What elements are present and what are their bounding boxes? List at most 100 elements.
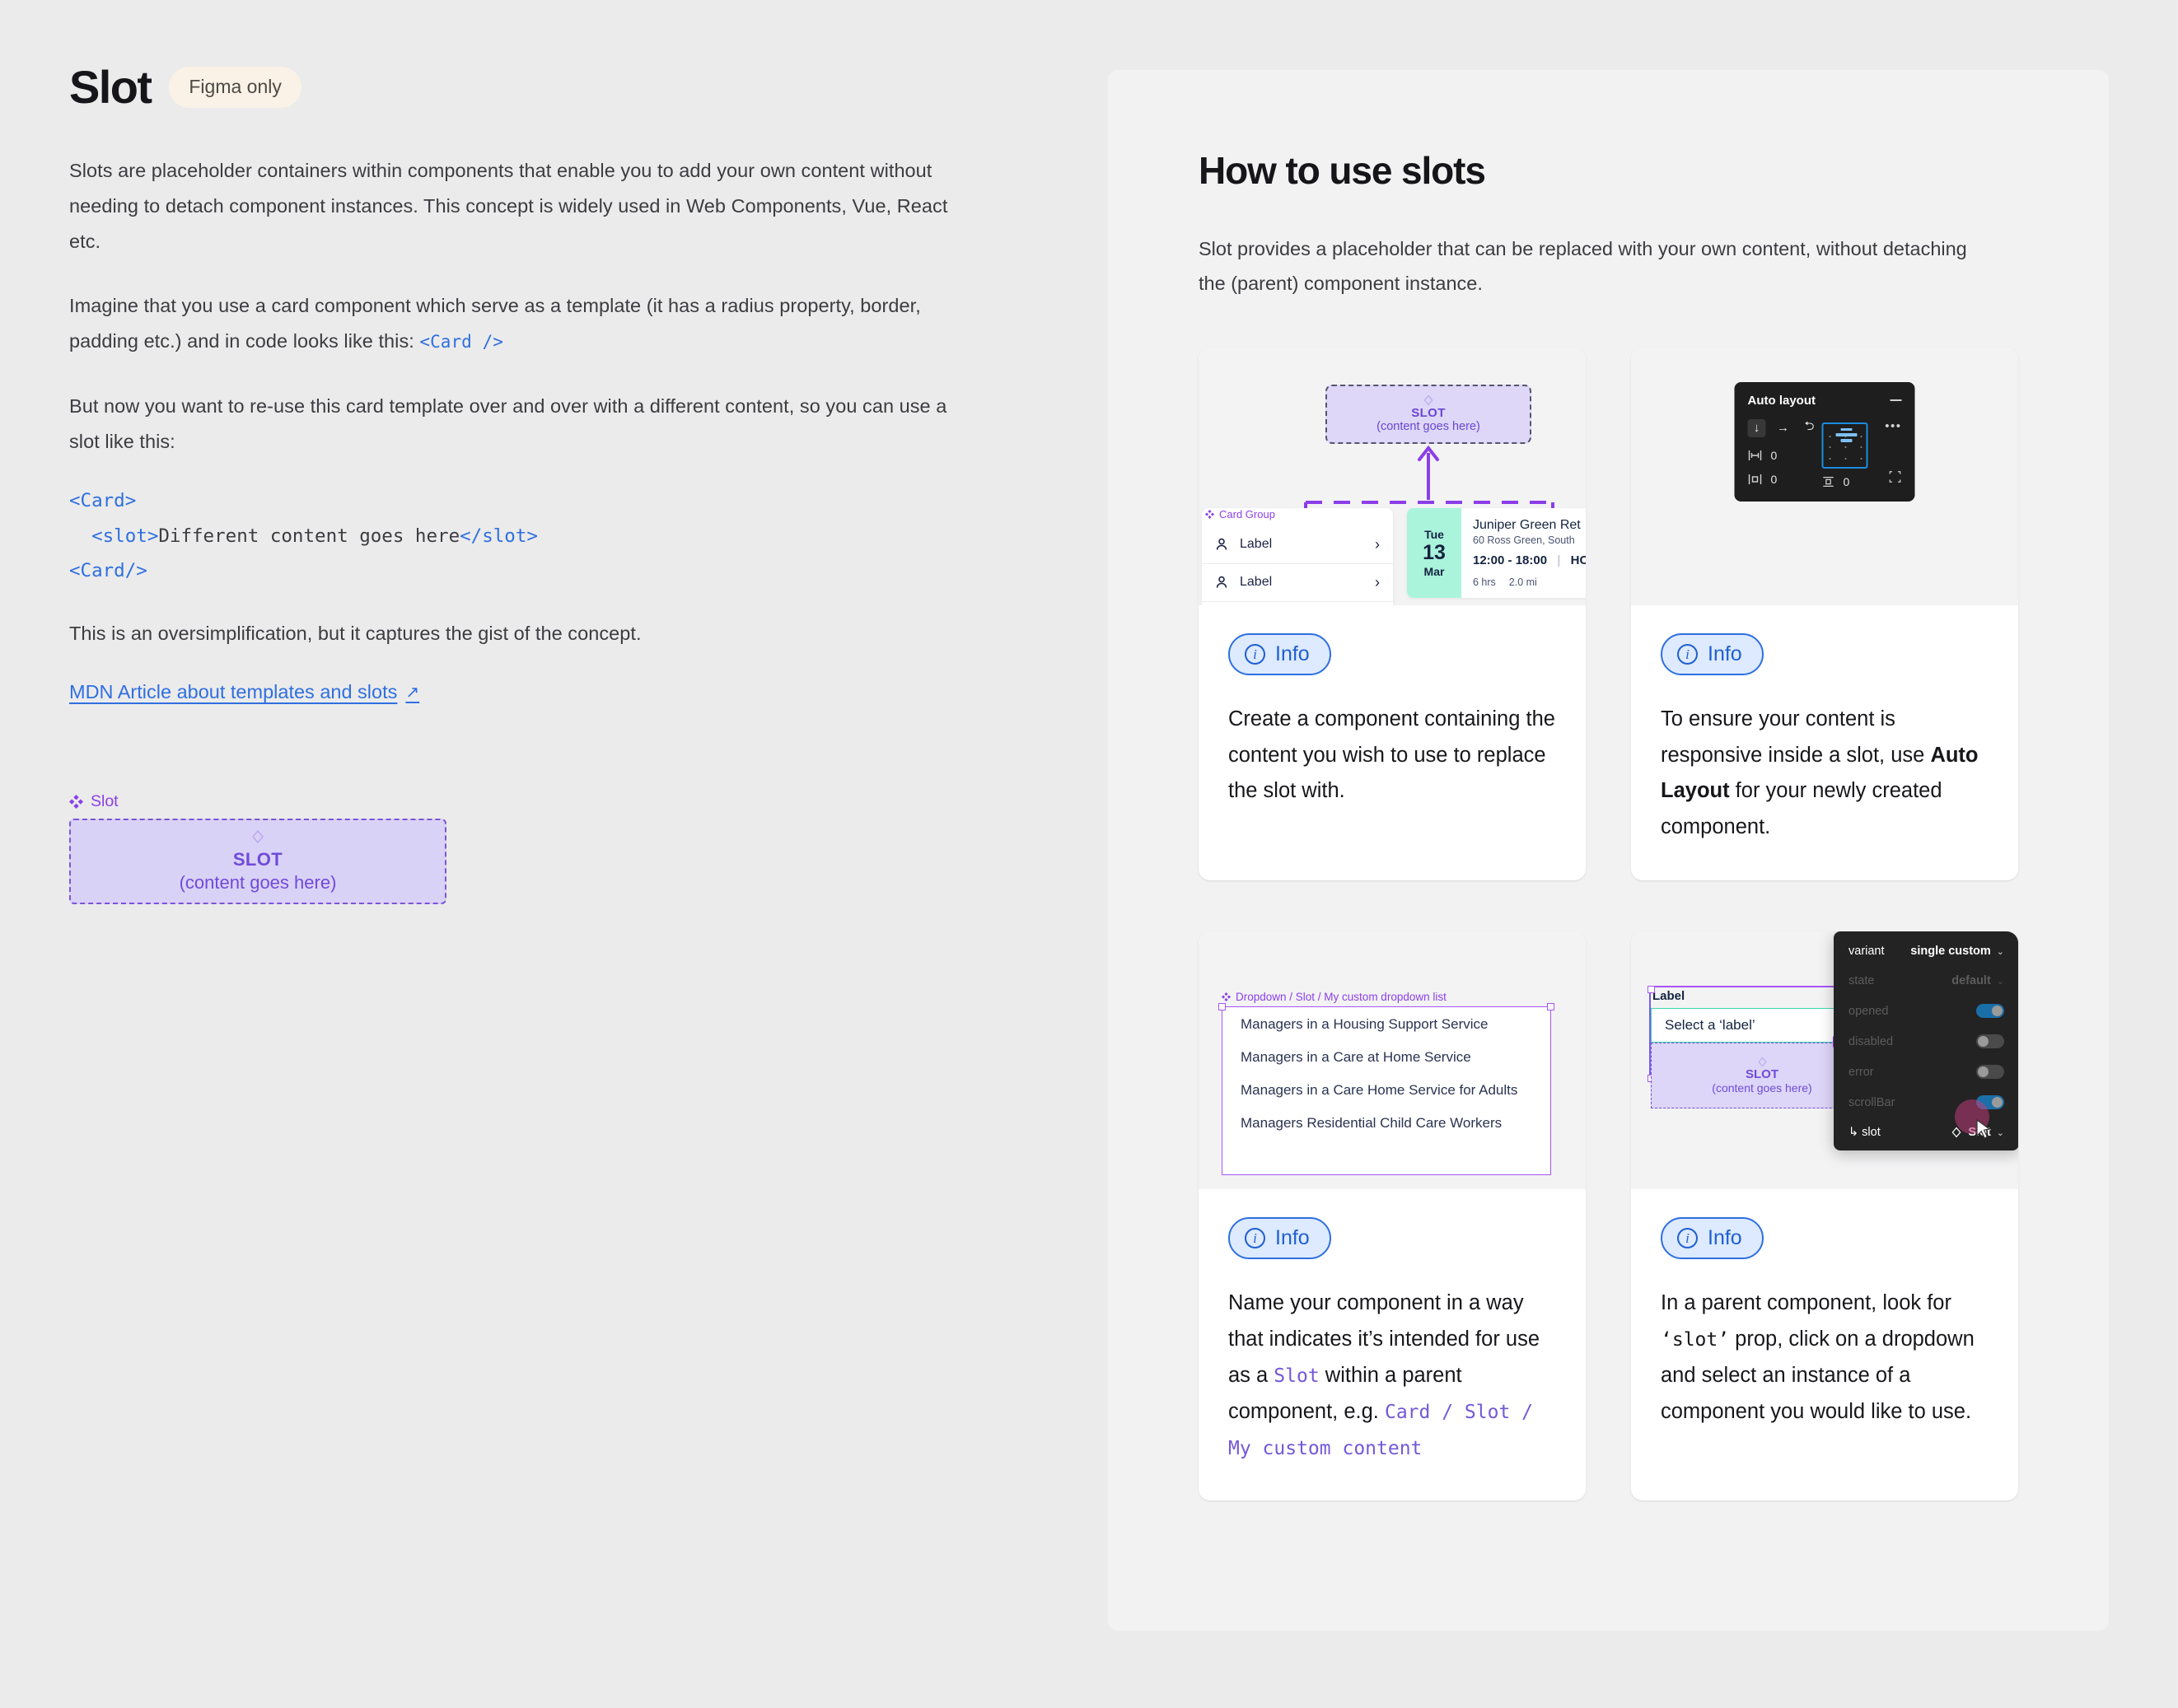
alignment-grid[interactable] — [1821, 422, 1868, 469]
property-row-state[interactable]: state default ⌄ — [1848, 974, 2004, 987]
how-to-card: SLOT (content goes here) Card Group Labe… — [1199, 347, 1586, 881]
auto-layout-title: Auto layout — [1747, 393, 1816, 408]
property-row-slot[interactable]: ↳ slot Slot ⌄ — [1848, 1099, 2004, 1139]
direction-horizontal-icon[interactable]: → — [1774, 419, 1792, 437]
dropdown-layer-label-row: Dropdown / Slot / My custom dropdown lis… — [1222, 991, 1551, 1003]
slot-box-title: SLOT — [232, 849, 283, 870]
shift-location-name: Juniper Green Ret — [1473, 517, 1581, 532]
vertical-padding-value: 0 — [1843, 474, 1850, 488]
page-root: Slot Figma only Slots are placeholder co… — [0, 0, 2178, 1708]
property-row-opened[interactable]: opened — [1848, 1004, 2004, 1019]
card-media-auto-layout: Auto layout ↓ → ⮌ 0 0 0 ••• — [1631, 347, 2018, 605]
slot-placeholder-box[interactable]: SLOT (content goes here) — [69, 819, 446, 905]
card-media-dropdown-list: Dropdown / Slot / My custom dropdown lis… — [1199, 931, 1586, 1190]
info-icon: i — [1245, 643, 1265, 665]
gap-icon — [1748, 450, 1762, 460]
chevron-down-icon: ⌄ — [1996, 946, 2004, 957]
minus-icon[interactable] — [1890, 399, 1902, 402]
info-icon: i — [1245, 1228, 1265, 1249]
shift-role: HC — [1570, 553, 1586, 567]
page-title: Slot — [69, 61, 152, 113]
find-shifts-card: Card - Find Shifts Tue 13 Mar Juniper Gr… — [1407, 507, 1586, 598]
panel-subtitle: Slot provides a placeholder that can be … — [1199, 238, 1967, 294]
mdn-article-link[interactable]: MDN Article about templates and slots ↗ — [69, 681, 419, 703]
left-column: Slot Figma only Slots are placeholder co… — [0, 0, 1108, 1708]
selection-handle-top-left[interactable] — [1648, 986, 1655, 994]
gap-field[interactable]: 0 — [1748, 449, 1819, 462]
resize-icon[interactable] — [1889, 470, 1902, 483]
auto-layout-left-controls: ↓ → ⮌ 0 0 — [1747, 418, 1819, 486]
dropdown-layer-wrap: Dropdown / Slot / My custom dropdown lis… — [1218, 991, 1554, 1176]
slot-box-title: SLOT — [1746, 1067, 1778, 1082]
component-diamond-icon — [1205, 509, 1214, 519]
toggle-switch-disabled[interactable] — [1976, 1034, 2004, 1049]
info-icon: i — [1677, 643, 1698, 665]
shift-day-number: 13 — [1423, 540, 1446, 564]
component-diamond-icon — [69, 795, 83, 810]
card-group-row[interactable]: Label › — [1202, 526, 1393, 564]
card-group-row[interactable]: Label › — [1202, 602, 1393, 605]
dropdown-layer-label: Dropdown / Slot / My custom dropdown lis… — [1236, 991, 1447, 1004]
code-line-slot-open: <slot> — [69, 525, 159, 547]
how-to-panel: How to use slots Slot provides a placeho… — [1108, 70, 2109, 1631]
property-value[interactable]: single custom ⌄ — [1910, 945, 2004, 958]
inline-code-slot: Slot — [1274, 1365, 1320, 1387]
card-group-layer-label-row: Card Group — [1202, 508, 1393, 522]
card-group-row[interactable]: Label › — [1202, 564, 1393, 602]
property-value[interactable]: default ⌄ — [1951, 974, 2004, 987]
selection-handle-top-right[interactable] — [1547, 1003, 1554, 1011]
property-key: scrollBar — [1848, 1095, 1895, 1109]
card-group-row-label: Label — [1240, 537, 1273, 552]
figma-only-badge: Figma only — [169, 67, 301, 108]
dropdown-list-item[interactable]: Managers in a Care at Home Service — [1241, 1048, 1532, 1067]
shift-month: Mar — [1423, 564, 1445, 578]
property-row-error[interactable]: error — [1848, 1065, 2004, 1080]
vertical-padding-field[interactable]: 0 — [1822, 475, 1873, 488]
intro-paragraph-4: This is an oversimplification, but it ca… — [69, 623, 642, 645]
auto-layout-body: ↓ → ⮌ 0 0 0 ••• — [1747, 418, 1902, 488]
horizontal-padding-icon — [1748, 474, 1762, 484]
vertical-padding-icon — [1823, 476, 1834, 487]
dropdown-list-box: Managers in a Housing Support Service Ma… — [1218, 1003, 1554, 1176]
card-body: i Info Create a component containing the… — [1199, 605, 1586, 845]
property-value-label: default — [1951, 974, 1991, 988]
chevron-down-icon: ⌄ — [1996, 1127, 2004, 1138]
dropdown-list-item[interactable]: Managers in a Care Home Service for Adul… — [1241, 1081, 1532, 1100]
toggle-switch-opened[interactable] — [1976, 1004, 2004, 1019]
horizontal-padding-value: 0 — [1770, 472, 1778, 486]
mdn-link-label: MDN Article about templates and slots — [69, 681, 398, 703]
info-badge-label: Info — [1275, 642, 1310, 665]
diagram-slot-title: SLOT — [1411, 406, 1446, 421]
shift-info-block: Juniper Green Ret 60 Ross Green, South 1… — [1461, 508, 1586, 598]
gap-value: 0 — [1770, 448, 1778, 462]
info-badge: i Info — [1661, 1217, 1764, 1260]
card-body: i Info Name your component in a way that… — [1199, 1189, 1586, 1500]
title-row: Slot Figma only — [69, 64, 1108, 110]
direction-vertical-icon[interactable]: ↓ — [1747, 418, 1766, 437]
direction-wrap-icon[interactable]: ⮌ — [1801, 419, 1819, 437]
figma-auto-layout-panel: Auto layout ↓ → ⮌ 0 0 0 ••• — [1734, 381, 1915, 502]
slot-component-preview: Slot SLOT (content goes here) — [69, 792, 446, 905]
chevron-right-icon: › — [1375, 535, 1380, 553]
property-key: opened — [1848, 1004, 1889, 1018]
intro-paragraph-1: Slots are placeholder containers within … — [69, 160, 948, 252]
auto-layout-header: Auto layout — [1748, 394, 1902, 408]
card-description-part-a: To ensure your content is responsive ins… — [1661, 707, 1931, 767]
selection-handle-top-left[interactable] — [1218, 1003, 1226, 1011]
dropdown-list-item[interactable]: Managers in a Housing Support Service — [1241, 1015, 1532, 1034]
auto-layout-align-column: 0 — [1819, 419, 1873, 488]
card-media-parent-component: Label Select a ‘label’ 290 × SLOT — [1631, 931, 2018, 1190]
card-body: i Info In a parent component, look for ‘… — [1631, 1189, 2018, 1464]
horizontal-padding-field[interactable]: 0 — [1748, 473, 1819, 486]
property-key: state — [1848, 974, 1875, 988]
property-row-disabled[interactable]: disabled — [1848, 1034, 2004, 1049]
cursor-icon — [1976, 1119, 1991, 1139]
property-value-label: single custom — [1910, 945, 1991, 959]
toggle-switch-error[interactable] — [1976, 1065, 2004, 1080]
more-options-icon[interactable]: ••• — [1885, 419, 1901, 433]
property-row-variant[interactable]: variant single custom ⌄ — [1848, 945, 2004, 958]
dropdown-list-item[interactable]: Managers Residential Child Care Workers — [1241, 1114, 1532, 1133]
person-icon — [1216, 538, 1227, 550]
property-key: variant — [1848, 945, 1885, 959]
how-to-card: Dropdown / Slot / My custom dropdown lis… — [1199, 931, 1586, 1501]
